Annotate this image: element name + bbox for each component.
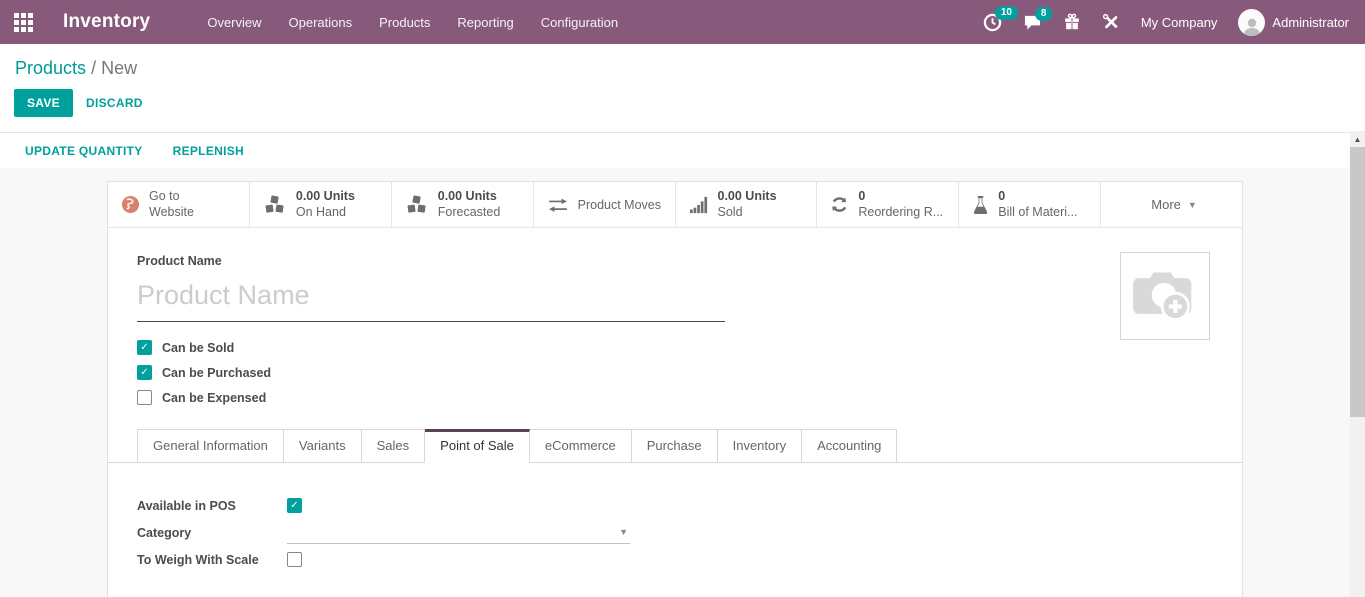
tab-purchase[interactable]: Purchase — [632, 429, 718, 463]
bar-chart-icon — [689, 196, 709, 214]
globe-icon — [121, 195, 140, 214]
tab-variants[interactable]: Variants — [284, 429, 362, 463]
main-menu: Overview Operations Products Reporting C… — [207, 15, 618, 30]
replenish-button[interactable]: REPLENISH — [173, 144, 244, 158]
update-quantity-button[interactable]: UPDATE QUANTITY — [25, 144, 143, 158]
can-be-purchased-checkbox[interactable]: ✓ — [137, 365, 152, 380]
vertical-scrollbar[interactable]: ▲ — [1350, 131, 1365, 597]
company-switcher[interactable]: My Company — [1141, 15, 1218, 30]
point-of-sale-tab-pane: Available in POS ✓ Category ▼ To Weigh W… — [108, 463, 1242, 597]
can-be-expensed-checkbox[interactable] — [137, 390, 152, 405]
reordering-rules-button[interactable]: 0Reordering R... — [817, 182, 959, 227]
tab-accounting[interactable]: Accounting — [802, 429, 897, 463]
units-sold-button[interactable]: 0.00 UnitsSold — [676, 182, 818, 227]
cubes-icon — [263, 195, 287, 215]
product-moves-button[interactable]: Product Moves — [534, 182, 676, 227]
form-sheet: Go toWebsite 0.00 UnitsOn Hand — [107, 181, 1243, 597]
discard-button[interactable]: DISCARD — [86, 96, 143, 110]
product-name-label: Product Name — [137, 254, 1242, 268]
available-in-pos-row: Available in POS ✓ — [137, 492, 1242, 519]
tab-point-of-sale[interactable]: Point of Sale — [425, 429, 530, 463]
activities-button[interactable]: 10 — [983, 13, 1002, 32]
on-hand-button[interactable]: 0.00 UnitsOn Hand — [250, 182, 392, 227]
can-be-sold-checkbox[interactable]: ✓ — [137, 340, 152, 355]
breadcrumb-current: New — [101, 58, 137, 78]
bill-of-materials-button[interactable]: 0Bill of Materi... — [959, 182, 1101, 227]
menu-overview[interactable]: Overview — [207, 15, 261, 30]
tab-ecommerce[interactable]: eCommerce — [530, 429, 632, 463]
to-weigh-with-scale-checkbox[interactable] — [287, 552, 302, 567]
tools-icon — [1102, 13, 1120, 31]
app-name[interactable]: Inventory — [63, 11, 150, 33]
apps-menu-button[interactable] — [0, 0, 46, 44]
cubes-icon — [405, 195, 429, 215]
user-menu[interactable]: Administrator — [1238, 9, 1349, 36]
to-weigh-with-scale-label: To Weigh With Scale — [137, 553, 287, 567]
tab-general-information[interactable]: General Information — [137, 429, 284, 463]
can-be-sold-label: Can be Sold — [162, 341, 234, 355]
tab-sales[interactable]: Sales — [362, 429, 426, 463]
transfer-arrows-icon — [547, 197, 569, 213]
can-be-purchased-label: Can be Purchased — [162, 366, 271, 380]
developer-tools-button[interactable] — [1102, 13, 1120, 31]
category-row: Category ▼ — [137, 519, 1242, 546]
scrollbar-up-arrow[interactable]: ▲ — [1350, 131, 1365, 147]
control-panel: Products / New SAVE DISCARD — [0, 44, 1365, 133]
gift-icon — [1063, 13, 1081, 31]
chevron-down-icon: ▼ — [1188, 200, 1197, 210]
menu-products[interactable]: Products — [379, 15, 430, 30]
can-be-sold-row: ✓ Can be Sold — [137, 335, 1242, 360]
messages-badge: 8 — [1035, 7, 1053, 21]
scrollbar-thumb[interactable] — [1350, 147, 1365, 417]
forecasted-button[interactable]: 0.00 UnitsForecasted — [392, 182, 534, 227]
form-view: Go toWebsite 0.00 UnitsOn Hand — [0, 168, 1365, 597]
form-statusbar: UPDATE QUANTITY REPLENISH — [0, 133, 1350, 168]
to-weigh-with-scale-row: To Weigh With Scale — [137, 546, 1242, 573]
save-button[interactable]: SAVE — [14, 89, 73, 117]
top-navbar: Inventory Overview Operations Products R… — [0, 0, 1365, 44]
messages-button[interactable]: 8 — [1023, 14, 1042, 31]
apps-grid-icon — [14, 13, 33, 32]
activities-badge: 10 — [995, 6, 1018, 20]
product-name-input[interactable] — [137, 274, 725, 322]
button-box: Go toWebsite 0.00 UnitsOn Hand — [108, 182, 1242, 228]
chevron-down-icon: ▼ — [619, 527, 628, 537]
flask-icon — [972, 195, 989, 214]
menu-reporting[interactable]: Reporting — [457, 15, 513, 30]
can-be-purchased-row: ✓ Can be Purchased — [137, 360, 1242, 385]
category-select[interactable]: ▼ — [287, 522, 630, 544]
menu-operations[interactable]: Operations — [289, 15, 353, 30]
menu-configuration[interactable]: Configuration — [541, 15, 618, 30]
refresh-icon — [830, 195, 849, 214]
more-button[interactable]: More▼ — [1101, 182, 1242, 227]
category-label: Category — [137, 526, 287, 540]
notebook-tabs: General Information Variants Sales Point… — [108, 428, 1242, 463]
gift-button[interactable] — [1063, 13, 1081, 31]
breadcrumb: Products / New — [0, 44, 1365, 79]
user-name: Administrator — [1272, 15, 1349, 30]
available-in-pos-checkbox[interactable]: ✓ — [287, 498, 302, 513]
tab-inventory[interactable]: Inventory — [718, 429, 802, 463]
breadcrumb-products-link[interactable]: Products — [15, 58, 86, 78]
go-to-website-button[interactable]: Go toWebsite — [108, 182, 250, 227]
user-avatar — [1238, 9, 1265, 36]
can-be-expensed-row: Can be Expensed — [137, 385, 1242, 410]
can-be-expensed-label: Can be Expensed — [162, 391, 266, 405]
available-in-pos-label: Available in POS — [137, 499, 287, 513]
